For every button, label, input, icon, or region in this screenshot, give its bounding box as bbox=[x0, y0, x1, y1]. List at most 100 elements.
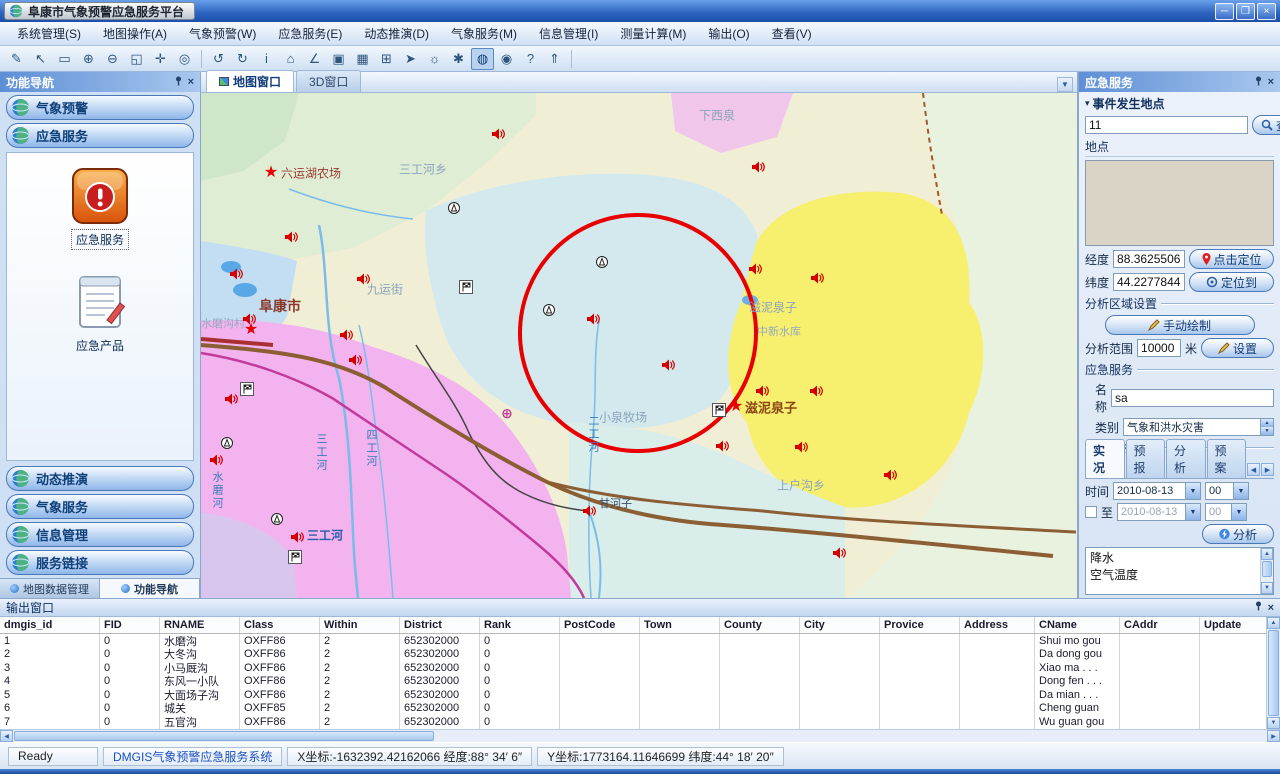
toolbar-find-place-icon[interactable]: ⌂ bbox=[279, 48, 302, 70]
latitude-input[interactable] bbox=[1113, 273, 1185, 291]
nav-button-服务链接[interactable]: 服务链接 bbox=[6, 550, 194, 575]
table-row[interactable]: 70五官沟OXFF8626523020000Wu guan gou bbox=[0, 715, 1266, 729]
toolbar-pointer-icon[interactable]: ➤ bbox=[399, 48, 422, 70]
close-panel-icon[interactable]: × bbox=[188, 76, 194, 88]
toolbar-globe-3d-icon[interactable]: ◍ bbox=[471, 48, 494, 70]
service-name-input[interactable] bbox=[1111, 389, 1274, 407]
column-header-Update[interactable]: Update bbox=[1200, 617, 1266, 633]
scroll-down-icon[interactable]: ▼ bbox=[1261, 582, 1273, 594]
scroll-left-icon[interactable]: ◀ bbox=[0, 730, 13, 742]
chevron-down-icon[interactable]: ▼ bbox=[1185, 483, 1200, 499]
column-header-Within[interactable]: Within bbox=[320, 617, 400, 633]
click-locate-button[interactable]: 点击定位 bbox=[1189, 249, 1274, 269]
alarm-speaker-icon[interactable] bbox=[809, 385, 823, 398]
map-tab-dropdown-icon[interactable]: ▼ bbox=[1057, 77, 1073, 92]
scroll-thumb[interactable] bbox=[14, 731, 434, 741]
set-range-button[interactable]: 设置 bbox=[1201, 338, 1274, 358]
alarm-speaker-icon[interactable] bbox=[582, 505, 596, 518]
alarm-speaker-icon[interactable] bbox=[356, 273, 370, 286]
event-location-input[interactable] bbox=[1085, 116, 1248, 134]
toolbar-measure-icon[interactable]: ∠ bbox=[303, 48, 326, 70]
alarm-speaker-icon[interactable] bbox=[751, 161, 765, 174]
star-marker-icon[interactable]: ★ bbox=[264, 165, 278, 181]
toolbar-help-icon[interactable]: ? bbox=[519, 48, 542, 70]
alarm-speaker-icon[interactable] bbox=[290, 531, 304, 544]
service-type-combo[interactable]: 气象和洪水灾害 ▲▼ bbox=[1123, 418, 1274, 436]
manual-draw-button[interactable]: 手动绘制 bbox=[1105, 315, 1255, 335]
menu-item-气象服务(M)[interactable]: 气象服务(M) bbox=[440, 22, 528, 45]
star-marker-icon[interactable]: ★ bbox=[244, 322, 258, 338]
time-hour-combo[interactable]: 00▼ bbox=[1205, 482, 1249, 500]
minimize-button[interactable]: ─ bbox=[1215, 3, 1234, 20]
column-header-District[interactable]: District bbox=[400, 617, 480, 633]
close-button[interactable]: × bbox=[1257, 3, 1276, 20]
menu-item-系统管理(S)[interactable]: 系统管理(S) bbox=[6, 22, 92, 45]
weather-station-icon[interactable] bbox=[596, 256, 609, 269]
column-header-City[interactable]: City bbox=[800, 617, 880, 633]
pin-icon[interactable] bbox=[174, 76, 183, 89]
toolbar-eye-visibility-icon[interactable]: ◉ bbox=[495, 48, 518, 70]
alarm-speaker-icon[interactable] bbox=[491, 128, 505, 141]
toolbar-zoom-in-icon[interactable]: ⊕ bbox=[77, 48, 100, 70]
menu-item-气象预警(W)[interactable]: 气象预警(W) bbox=[178, 22, 267, 45]
pin-icon[interactable] bbox=[1254, 76, 1263, 89]
toolbar-settings-gear-icon[interactable]: ✱ bbox=[447, 48, 470, 70]
alarm-speaker-icon[interactable] bbox=[339, 329, 353, 342]
alarm-speaker-icon[interactable] bbox=[229, 268, 243, 281]
restore-button[interactable]: ❐ bbox=[1236, 3, 1255, 20]
tab-scroll-left-icon[interactable]: ◀ bbox=[1247, 463, 1260, 476]
scroll-thumb[interactable] bbox=[1268, 630, 1279, 716]
column-header-PostCode[interactable]: PostCode bbox=[560, 617, 640, 633]
scroll-right-icon[interactable]: ▶ bbox=[1267, 730, 1280, 742]
pin-icon[interactable] bbox=[1254, 601, 1263, 614]
scroll-up-icon[interactable]: ▲ bbox=[1267, 617, 1280, 629]
alarm-speaker-icon[interactable] bbox=[832, 547, 846, 560]
scroll-down-icon[interactable]: ▼ bbox=[1267, 717, 1280, 729]
search-button[interactable]: 查找 bbox=[1252, 115, 1280, 135]
alarm-speaker-icon[interactable] bbox=[715, 440, 729, 453]
column-header-CAddr[interactable]: CAddr bbox=[1120, 617, 1200, 633]
scroll-up-icon[interactable]: ▲ bbox=[1261, 548, 1273, 560]
alarm-speaker-icon[interactable] bbox=[209, 454, 223, 467]
alarm-speaker-icon[interactable] bbox=[883, 469, 897, 482]
menu-item-输出(O)[interactable]: 输出(O) bbox=[697, 22, 760, 45]
column-header-Town[interactable]: Town bbox=[640, 617, 720, 633]
shortcut-emergency-product[interactable]: 应急产品 bbox=[71, 273, 129, 355]
menu-item-测量计算(M)[interactable]: 测量计算(M) bbox=[609, 22, 697, 45]
to-date-combo[interactable]: 2010-08-13▼ bbox=[1117, 503, 1201, 521]
tab-scroll-right-icon[interactable]: ▶ bbox=[1261, 463, 1274, 476]
toolbar-identify-icon[interactable]: i bbox=[255, 48, 278, 70]
output-vertical-scrollbar[interactable]: ▲ ▼ bbox=[1266, 617, 1280, 729]
toolbar-pan-hand-icon[interactable]: ✛ bbox=[149, 48, 172, 70]
flag-marker-icon[interactable] bbox=[712, 403, 726, 417]
scroll-thumb[interactable] bbox=[1262, 561, 1272, 577]
toolbar-image-overlay-icon[interactable]: ▣ bbox=[327, 48, 350, 70]
list-scrollbar[interactable]: ▲ ▼ bbox=[1260, 548, 1273, 594]
column-header-Provice[interactable]: Provice bbox=[880, 617, 960, 633]
menu-item-应急服务(E)[interactable]: 应急服务(E) bbox=[267, 22, 353, 45]
table-row[interactable]: 20大冬沟OXFF8626523020000Da dong gou bbox=[0, 648, 1266, 662]
toolbar-select-arrow-icon[interactable]: ↖ bbox=[29, 48, 52, 70]
toolbar-tips-bulb-icon[interactable]: ☼ bbox=[423, 48, 446, 70]
alarm-speaker-icon[interactable] bbox=[586, 313, 600, 326]
service-tab-预案[interactable]: 预案 bbox=[1207, 439, 1247, 478]
toolbar-print-icon[interactable]: ⊞ bbox=[375, 48, 398, 70]
weather-station-icon[interactable] bbox=[271, 513, 284, 526]
nav-button-气象服务[interactable]: 气象服务 bbox=[6, 494, 194, 519]
alarm-speaker-icon[interactable] bbox=[810, 272, 824, 285]
column-header-County[interactable]: County bbox=[720, 617, 800, 633]
analysis-range-input[interactable] bbox=[1137, 339, 1181, 357]
service-tab-实况[interactable]: 实况 bbox=[1085, 439, 1125, 478]
alarm-speaker-icon[interactable] bbox=[224, 393, 238, 406]
left-tab-地图数据管理[interactable]: 地图数据管理 bbox=[0, 579, 100, 598]
close-panel-icon[interactable]: × bbox=[1268, 76, 1274, 88]
map-viewport[interactable]: 下西泉三工河乡六运湖农场九运街阜康市水磨沟村滋泥泉子中新水库滋泥泉子小泉牧场上户… bbox=[201, 93, 1077, 598]
menu-item-地图操作(A)[interactable]: 地图操作(A) bbox=[92, 22, 178, 45]
table-row[interactable]: 30小马厩沟OXFF8626523020000Xiao ma . . . bbox=[0, 661, 1266, 675]
column-header-CName[interactable]: CName bbox=[1035, 617, 1120, 633]
toolbar-zoom-out-icon[interactable]: ⊖ bbox=[101, 48, 124, 70]
column-header-dmgis_id[interactable]: dmgis_id bbox=[0, 617, 100, 633]
column-header-FID[interactable]: FID bbox=[100, 617, 160, 633]
weather-station-icon[interactable] bbox=[221, 437, 234, 450]
close-panel-icon[interactable]: × bbox=[1268, 602, 1274, 614]
